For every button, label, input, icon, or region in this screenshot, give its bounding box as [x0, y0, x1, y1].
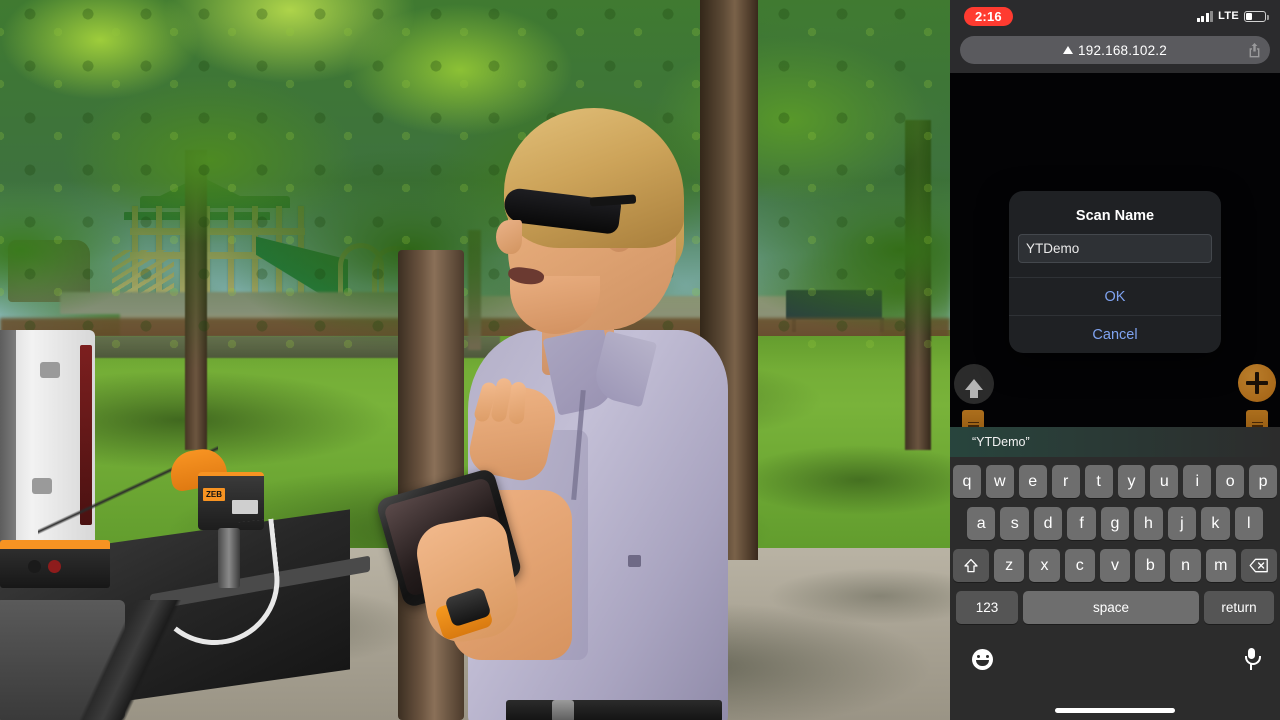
share-icon[interactable] — [1248, 42, 1261, 58]
key-u[interactable]: u — [1150, 465, 1179, 498]
key-k[interactable]: k — [1201, 507, 1230, 540]
cancel-button[interactable]: Cancel — [1009, 315, 1221, 353]
key-o[interactable]: o — [1216, 465, 1245, 498]
page-settings-icon[interactable] — [1063, 46, 1074, 54]
key-r[interactable]: r — [1051, 465, 1080, 498]
emoji-smiley-icon[interactable] — [972, 648, 993, 670]
key-h[interactable]: h — [1134, 507, 1163, 540]
shift-key[interactable] — [953, 549, 990, 582]
key-f[interactable]: f — [1067, 507, 1096, 540]
keyboard-row-1: q w e r t y u i o p — [952, 465, 1278, 498]
person-operator — [374, 100, 760, 720]
scan-name-dialog: Scan Name YTDemo OK Cancel — [1009, 191, 1221, 353]
backspace-icon — [1249, 558, 1268, 573]
phone-screen-recording: 2:16 LTE 192.168.102.2 Scan Name YTDemo … — [950, 0, 1280, 720]
keyboard-bottom-bar — [950, 633, 1280, 685]
key-d[interactable]: d — [1033, 507, 1063, 540]
battery-low-icon — [1244, 10, 1269, 22]
person-shirt-logo — [628, 555, 641, 567]
browser-toolbar: 192.168.102.2 — [950, 32, 1280, 73]
key-p[interactable]: p — [1249, 465, 1278, 498]
person-belt-buckle — [552, 700, 574, 720]
return-key[interactable]: return — [1204, 591, 1274, 624]
control-knob-black — [28, 560, 41, 573]
key-q[interactable]: q — [952, 465, 981, 498]
cellular-bars-icon — [1196, 10, 1214, 22]
key-t[interactable]: t — [1084, 465, 1113, 498]
home-indicator[interactable] — [1055, 708, 1175, 713]
person-nose — [496, 220, 522, 254]
keyboard-row-2: a s d f g h j k l — [953, 507, 1277, 540]
keyboard-rows: q w e r t y u i o p a s d f g h j k l z … — [950, 457, 1280, 624]
address-bar[interactable]: 192.168.102.2 — [960, 36, 1270, 64]
key-w[interactable]: w — [985, 465, 1014, 498]
dialog-title: Scan Name — [1075, 208, 1155, 224]
key-g[interactable]: g — [1100, 507, 1130, 540]
key-y[interactable]: y — [1117, 465, 1146, 498]
microphone-icon[interactable] — [1244, 648, 1261, 670]
suggestion-text[interactable]: “YTDemo” — [972, 435, 1030, 449]
key-n[interactable]: n — [1170, 549, 1201, 582]
numbers-key[interactable]: 123 — [956, 591, 1018, 624]
zeb-brand-label: ZEB — [203, 488, 225, 501]
scanner-spec-tag — [232, 500, 258, 514]
on-screen-keyboard: “YTDemo” q w e r t y u i o p a s d f g h… — [950, 427, 1280, 720]
backspace-key[interactable] — [1240, 549, 1277, 582]
key-a[interactable]: a — [967, 507, 996, 540]
key-m[interactable]: m — [1205, 549, 1236, 582]
status-bar-right: LTE — [1196, 10, 1269, 22]
scan-name-input[interactable]: YTDemo — [1018, 234, 1212, 263]
ok-button[interactable]: OK — [1009, 277, 1221, 315]
key-l[interactable]: l — [1234, 507, 1263, 540]
key-c[interactable]: c — [1064, 549, 1095, 582]
key-i[interactable]: i — [1183, 465, 1212, 498]
status-bar: 2:16 LTE — [950, 0, 1280, 32]
screenshot-root: ZEB 2:16 LTE 192.168.102.2 Scan Name YTD… — [0, 0, 1280, 720]
scanner-web-app: 0.00m Scan Name YTDemo OK Cancel — [950, 73, 1280, 468]
key-s[interactable]: s — [1000, 507, 1029, 540]
key-z[interactable]: z — [994, 549, 1025, 582]
key-e[interactable]: e — [1018, 465, 1047, 498]
keyboard-suggestion-bar[interactable]: “YTDemo” — [950, 427, 1280, 457]
carrier-label: LTE — [1218, 10, 1239, 22]
key-j[interactable]: j — [1167, 507, 1197, 540]
tailgate-hinge-1 — [40, 362, 60, 378]
person-belt — [506, 700, 722, 720]
recording-time-pill: 2:16 — [964, 6, 1013, 26]
video-frame-park-scene: ZEB — [0, 0, 950, 720]
dialog-field-wrap: YTDemo — [1009, 234, 1221, 277]
key-b[interactable]: b — [1135, 549, 1166, 582]
space-key[interactable]: space — [1023, 591, 1199, 624]
key-v[interactable]: v — [1099, 549, 1131, 582]
address-bar-url: 192.168.102.2 — [1078, 42, 1167, 58]
control-knob-red — [48, 560, 61, 573]
keyboard-row-3: z x c v b n m — [953, 549, 1277, 582]
key-x[interactable]: x — [1029, 549, 1060, 582]
keyboard-row-4: 123 space return — [953, 591, 1277, 624]
shift-arrow-icon — [964, 558, 978, 572]
person-finger-3 — [508, 381, 527, 425]
